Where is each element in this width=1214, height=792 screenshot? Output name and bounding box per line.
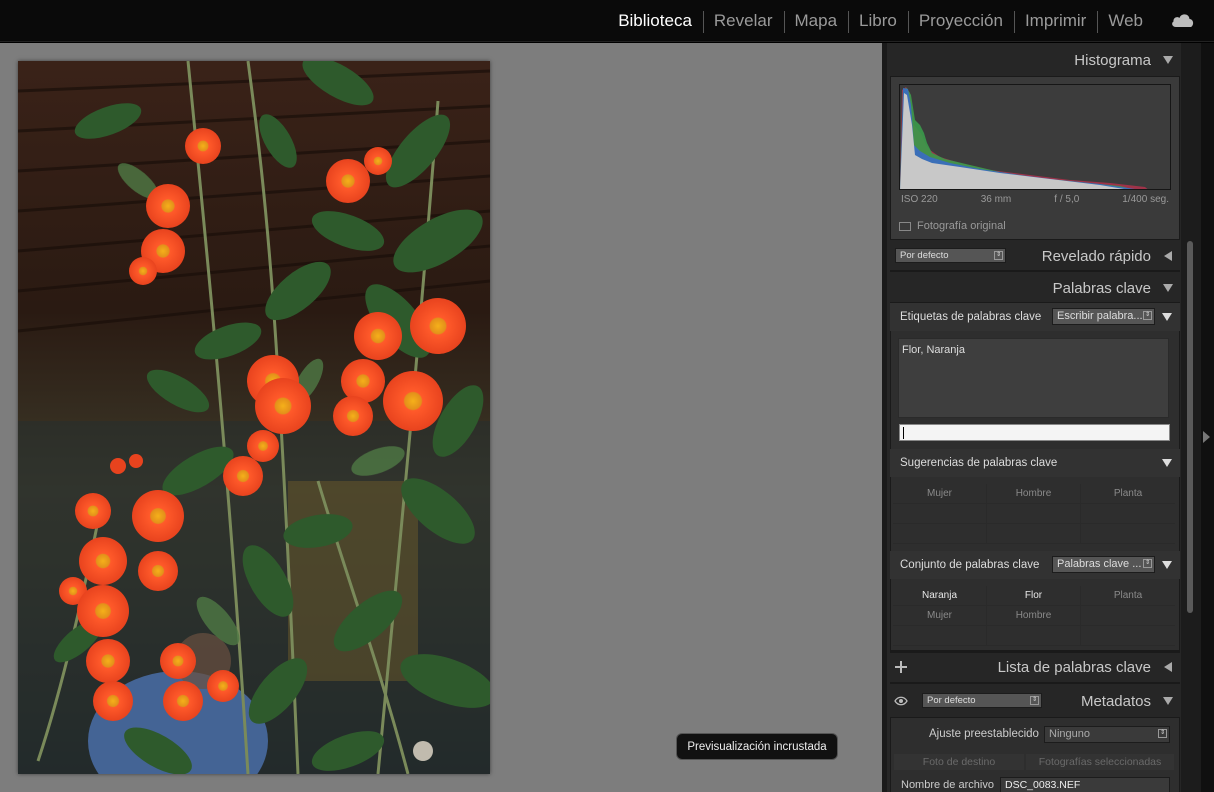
histogram-header[interactable]: Histograma xyxy=(887,45,1181,75)
collapse-triangle-icon[interactable] xyxy=(1162,561,1172,569)
keyword-cell[interactable]: Hombre xyxy=(987,484,1081,504)
eye-icon[interactable] xyxy=(894,696,908,706)
iso-value: ISO 220 xyxy=(901,194,938,205)
metadata-view-select[interactable]: Por defecto ⇕ xyxy=(922,693,1042,708)
quick-develop-preset-select[interactable]: Por defecto ⇕ xyxy=(895,248,1006,263)
keyword-cell[interactable] xyxy=(893,504,987,524)
scrollbar-thumb[interactable] xyxy=(1187,241,1193,613)
aperture-value: f / 5,0 xyxy=(1054,194,1080,205)
stepper-icon: ⇕ xyxy=(1030,696,1039,705)
module-tab[interactable]: Libro xyxy=(848,11,908,33)
keyword-suggestions-grid: Mujer Hombre Planta xyxy=(893,484,1175,544)
keyword-cell[interactable] xyxy=(893,524,987,544)
keyword-set-grid: Naranja Flor Planta Mujer Hombre xyxy=(893,586,1175,646)
loupe-viewer[interactable]: Previsualización incrustada xyxy=(0,43,882,792)
stepper-icon: ⇕ xyxy=(1143,559,1152,568)
keywords-title: Palabras clave xyxy=(1052,279,1151,297)
original-photo-label: Fotografía original xyxy=(917,220,1006,232)
divider xyxy=(890,270,1180,272)
filename-label: Nombre de archivo xyxy=(901,779,994,791)
quick-develop-preset-value: Por defecto xyxy=(900,250,949,261)
collapse-triangle-icon[interactable] xyxy=(1163,56,1173,64)
keyword-cell[interactable] xyxy=(1081,606,1175,626)
histogram-title: Histograma xyxy=(1074,51,1151,69)
module-tab[interactable]: Web xyxy=(1097,11,1154,33)
photo-image xyxy=(18,61,490,774)
selected-photos-button[interactable]: Fotografías seleccionadas xyxy=(1026,754,1174,770)
keyword-tags-label: Etiquetas de palabras clave xyxy=(900,311,1042,323)
keyword-cell[interactable]: Hombre xyxy=(987,606,1081,626)
right-panel-toggle[interactable] xyxy=(1201,43,1214,792)
right-panel-group: Histograma ISO 220 36 mm f / 5,0 1/400 s… xyxy=(887,43,1181,792)
keyword-cell[interactable] xyxy=(893,626,987,646)
stepper-icon: ⇕ xyxy=(1158,729,1167,738)
module-picker: Biblioteca Revelar Mapa Libro Proyección Impr… xyxy=(0,0,1214,42)
module-tab[interactable]: Imprimir xyxy=(1013,11,1097,33)
stepper-icon: ⇕ xyxy=(994,251,1003,260)
metadata-preset-select[interactable]: Ninguno ⇕ xyxy=(1044,726,1170,743)
collapse-arrow-icon[interactable] xyxy=(1203,431,1210,443)
original-photo-checkbox[interactable] xyxy=(899,221,911,231)
stepper-icon: ⇕ xyxy=(1143,311,1152,320)
keyword-cell[interactable] xyxy=(987,626,1081,646)
keyword-entry-mode-select[interactable]: Escribir palabra... ⇕ xyxy=(1052,308,1155,325)
keyword-suggestions-header[interactable]: Sugerencias de palabras clave xyxy=(890,449,1180,477)
keyword-cell[interactable]: Planta xyxy=(1081,484,1175,504)
shutter-value: 1/400 seg. xyxy=(1122,194,1169,205)
expand-triangle-icon[interactable] xyxy=(1164,251,1172,261)
module-tab[interactable]: Revelar xyxy=(702,11,784,33)
keyword-cell[interactable]: Mujer xyxy=(893,606,987,626)
add-keyword-plus-icon[interactable] xyxy=(895,661,907,673)
filename-value: DSC_0083.NEF xyxy=(1005,779,1081,791)
module-tab[interactable]: Mapa xyxy=(783,11,849,33)
keyword-cell[interactable]: Mujer xyxy=(893,484,987,504)
keyword-cell[interactable] xyxy=(1081,626,1175,646)
keyword-tags-value: Flor, Naranja xyxy=(902,344,965,356)
keyword-cell[interactable]: Planta xyxy=(1081,586,1175,606)
quick-develop-title: Revelado rápido xyxy=(1041,247,1151,265)
embedded-preview-toast: Previsualización incrustada xyxy=(676,733,838,760)
collapse-triangle-icon[interactable] xyxy=(1162,459,1172,467)
original-photo-toggle[interactable]: Fotografía original xyxy=(899,220,1006,232)
photo-preview[interactable] xyxy=(18,61,490,774)
cloud-sync-icon[interactable] xyxy=(1170,11,1196,29)
keyword-suggestions-label: Sugerencias de palabras clave xyxy=(900,457,1058,469)
filename-field[interactable]: DSC_0083.NEF xyxy=(1000,777,1170,792)
keyword-cell[interactable]: Flor xyxy=(987,586,1081,606)
keyword-tags-textarea[interactable]: Flor, Naranja xyxy=(898,338,1169,418)
keyword-set-value: Palabras clave ... xyxy=(1057,558,1142,570)
expand-triangle-icon[interactable] xyxy=(1164,662,1172,672)
metadata-preset-value: Ninguno xyxy=(1049,728,1090,740)
histogram-graph[interactable] xyxy=(899,84,1171,190)
keyword-cell[interactable] xyxy=(1081,524,1175,544)
metadata-view-value: Por defecto xyxy=(927,695,976,706)
module-tab[interactable]: Proyección xyxy=(907,11,1014,33)
keyword-cell[interactable] xyxy=(987,524,1081,544)
keyword-cell[interactable] xyxy=(1081,504,1175,524)
target-photo-button[interactable]: Foto de destino xyxy=(894,754,1024,770)
keyword-entry-mode-value: Escribir palabra... xyxy=(1057,310,1143,322)
metadata-title: Metadatos xyxy=(1080,692,1151,710)
keyword-set-select[interactable]: Palabras clave ... ⇕ xyxy=(1052,556,1155,573)
collapse-triangle-icon[interactable] xyxy=(1162,313,1172,321)
histogram-curve xyxy=(900,87,1148,189)
keyword-cell[interactable]: Naranja xyxy=(893,586,987,606)
panel-scrollbar[interactable] xyxy=(1181,43,1201,792)
keywords-header[interactable]: Palabras clave xyxy=(887,273,1181,303)
keyword-set-label: Conjunto de palabras clave xyxy=(900,559,1040,571)
keyword-list-header[interactable]: Lista de palabras clave xyxy=(887,652,1181,682)
divider xyxy=(890,682,1180,684)
collapse-triangle-icon[interactable] xyxy=(1163,697,1173,705)
add-keyword-input[interactable] xyxy=(899,424,1170,441)
module-list: Biblioteca Revelar Mapa Libro Proyección Impr… xyxy=(607,0,1154,42)
collapse-triangle-icon[interactable] xyxy=(1163,284,1173,292)
exif-info: ISO 220 36 mm f / 5,0 1/400 seg. xyxy=(899,194,1171,205)
preset-label: Ajuste preestablecido xyxy=(929,728,1039,740)
focal-length-value: 36 mm xyxy=(980,194,1012,205)
keyword-cell[interactable] xyxy=(987,504,1081,524)
module-tab[interactable]: Biblioteca xyxy=(607,11,703,31)
keyword-list-title: Lista de palabras clave xyxy=(997,658,1151,676)
